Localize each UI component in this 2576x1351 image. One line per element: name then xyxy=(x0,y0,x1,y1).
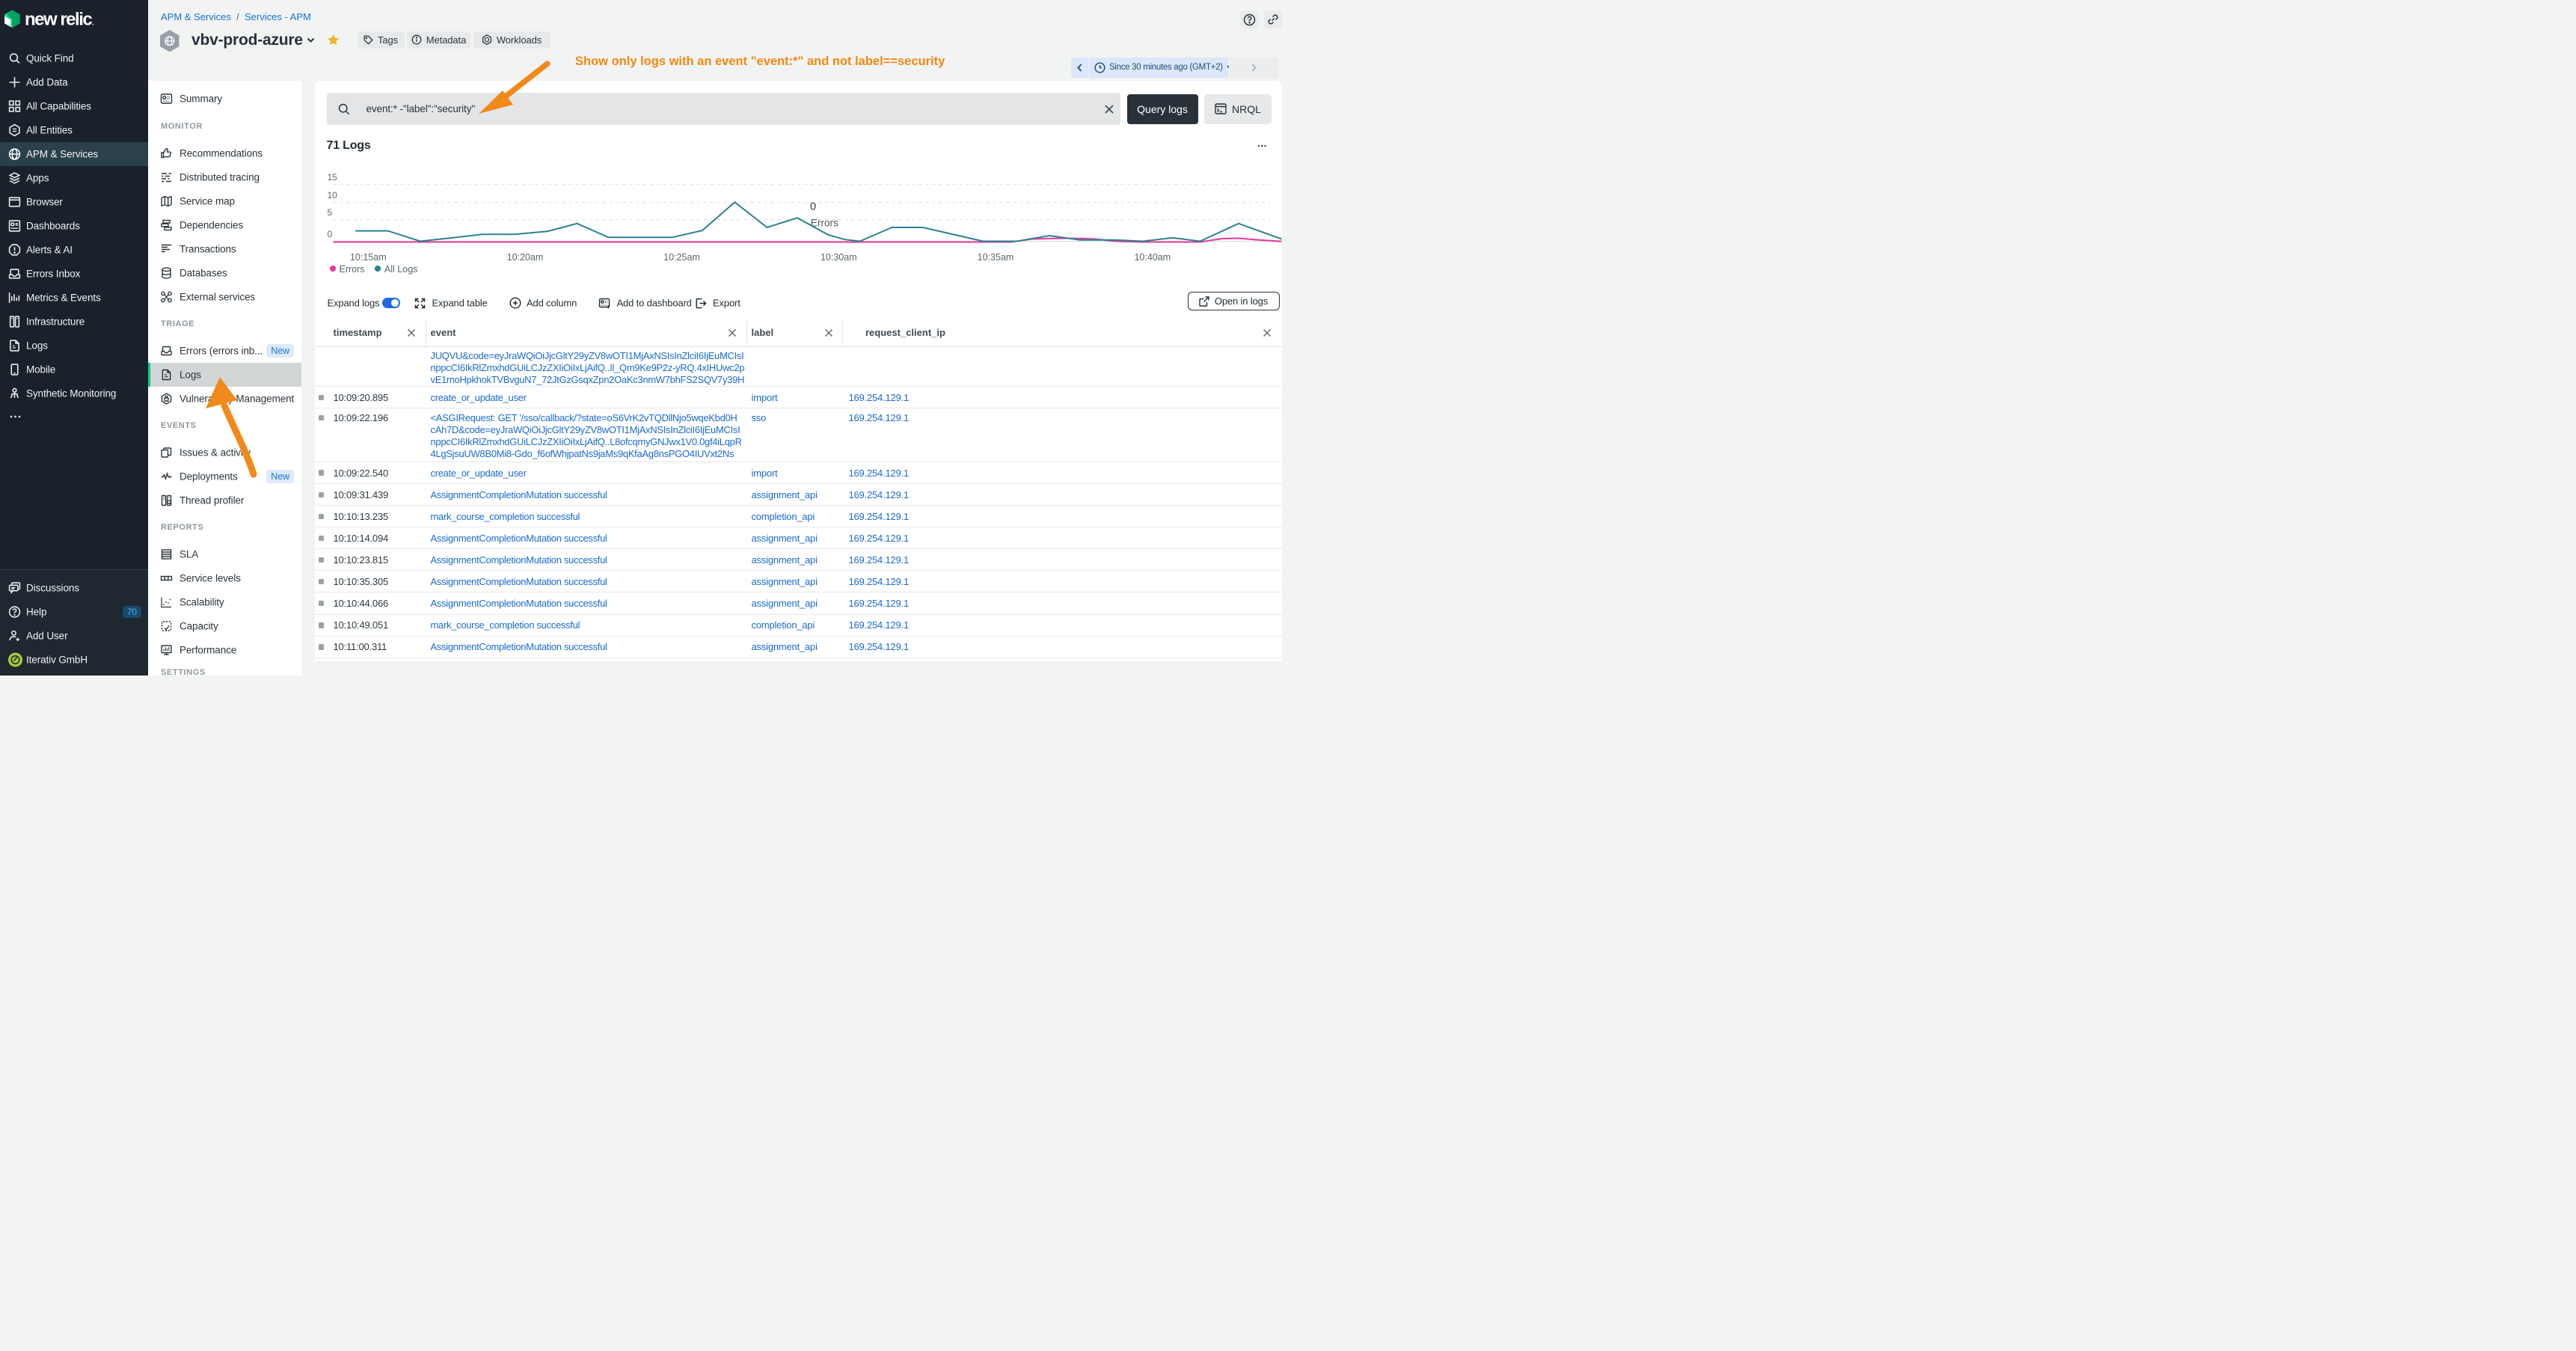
svg-text:5: 5 xyxy=(327,207,332,218)
svg-text:10:40am: 10:40am xyxy=(1134,252,1171,263)
svg-text:0: 0 xyxy=(810,200,816,212)
svg-text:10:35am: 10:35am xyxy=(977,252,1013,263)
svg-text:10:25am: 10:25am xyxy=(663,252,700,263)
svg-text:10:15am: 10:15am xyxy=(349,252,386,263)
svg-text:10: 10 xyxy=(327,190,337,200)
svg-text:10:30am: 10:30am xyxy=(820,252,856,263)
svg-text:new relic.: new relic. xyxy=(25,10,93,30)
svg-text:0: 0 xyxy=(327,229,332,239)
svg-text:15: 15 xyxy=(327,172,337,183)
svg-text:10:20am: 10:20am xyxy=(506,252,543,263)
